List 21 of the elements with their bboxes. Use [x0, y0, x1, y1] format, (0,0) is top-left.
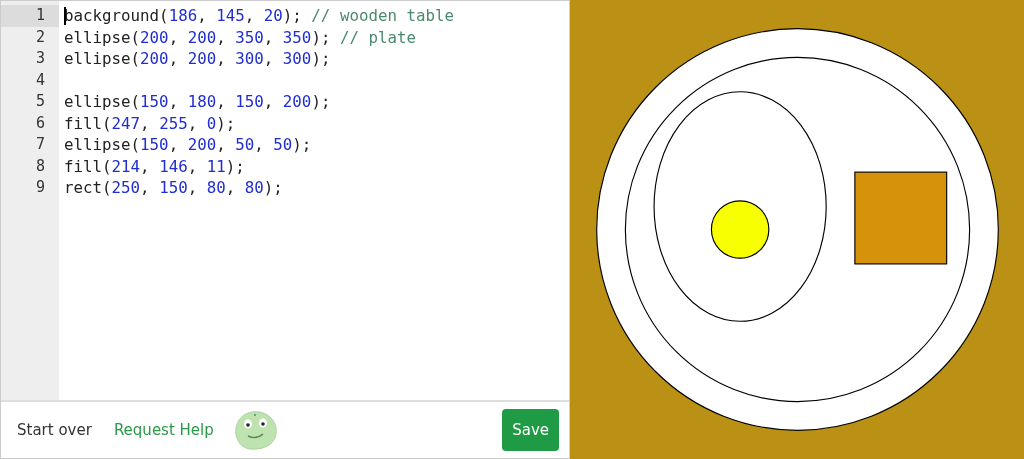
line-number: 3	[34, 48, 46, 69]
code-line: ellipse(150, 200, 50, 50);	[64, 135, 312, 154]
line-number: 9	[34, 177, 46, 198]
start-over-link[interactable]: Start over	[17, 421, 92, 439]
code-editor[interactable]	[1, 1, 569, 402]
line-number: 2	[34, 26, 46, 48]
code-line: ellipse(200, 200, 350, 350); // plate	[64, 27, 416, 47]
line-number: 4	[34, 69, 46, 91]
line-number: 6	[34, 112, 46, 134]
line-number: 7	[34, 134, 46, 155]
code-line: fill(214, 146, 11);	[64, 156, 245, 176]
request-help-link[interactable]: Request Help	[113, 421, 214, 439]
code-line: rect(250, 150, 80, 80);	[64, 178, 283, 197]
code-line: fill(247, 255, 0);	[64, 113, 236, 133]
code-line: ellipse(150, 180, 150, 200);	[64, 92, 331, 111]
line-number: 1	[1, 5, 59, 27]
line-number: 8	[34, 155, 46, 177]
code-line: background(186, 145, 20); // wooden table	[64, 6, 455, 25]
save-button[interactable]: Save	[502, 409, 559, 451]
line-number: 5	[34, 91, 46, 112]
code-line: ellipse(200, 200, 300, 300);	[64, 49, 331, 68]
